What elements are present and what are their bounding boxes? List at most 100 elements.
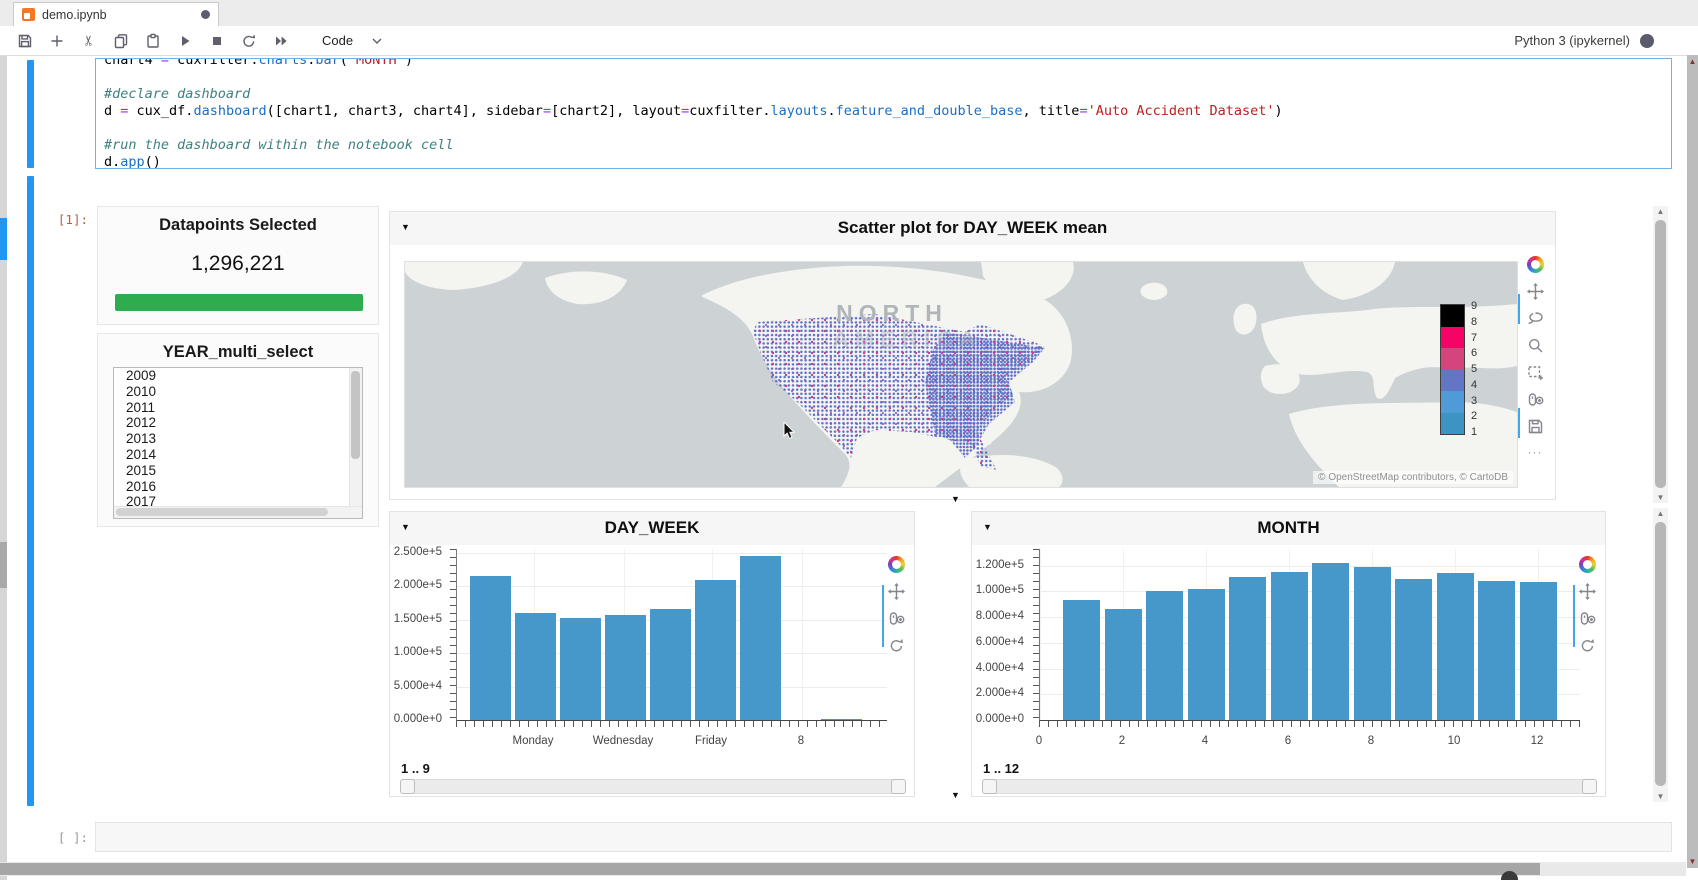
- cell-collapser-output[interactable]: [27, 176, 34, 806]
- window-horizontal-scrollbar[interactable]: [0, 862, 1686, 876]
- scatter-title: Scatter plot for DAY_WEEK mean: [390, 218, 1555, 238]
- year-multiselect[interactable]: 200920102011201220132014201520162017: [113, 367, 363, 519]
- scroll-thumb[interactable]: [1655, 522, 1666, 786]
- scroll-thumb[interactable]: [351, 371, 360, 459]
- output-scrollbar-bottom[interactable]: ▲ ▼: [1653, 508, 1668, 802]
- scroll-thumb[interactable]: [0, 542, 7, 588]
- panel-resize-icon[interactable]: ▼: [951, 790, 960, 800]
- save-plot-tool-icon[interactable]: [1527, 418, 1544, 435]
- year-option[interactable]: 2009: [114, 368, 362, 384]
- code-line: #run the dashboard within the notebook c…: [104, 137, 1671, 154]
- scroll-thumb[interactable]: [0, 863, 1540, 875]
- year-option[interactable]: 2011: [114, 400, 362, 416]
- map-canvas[interactable]: NORTH AMERICA 987654321 © OpenStreetMap …: [404, 261, 1518, 488]
- bokeh-logo-icon[interactable]: [1527, 256, 1544, 273]
- bar[interactable]: [650, 609, 691, 720]
- map-attribution[interactable]: © OpenStreetMap contributors, © CartoDB: [1313, 471, 1513, 484]
- reset-tool-icon[interactable]: [1579, 637, 1596, 654]
- panel-resize-icon[interactable]: ▼: [951, 494, 960, 504]
- kernel-name[interactable]: Python 3 (ipykernel): [1514, 33, 1630, 48]
- slider-handle-right[interactable]: [891, 779, 906, 794]
- axis-tick-label: 1.000e+5: [394, 646, 442, 658]
- cell-type-select[interactable]: Code: [314, 31, 391, 50]
- bar[interactable]: [1271, 572, 1308, 720]
- zoom-tool-icon[interactable]: [1527, 337, 1544, 354]
- left-scroll-strip[interactable]: [0, 56, 7, 880]
- bar[interactable]: [1063, 600, 1100, 720]
- bar[interactable]: [1229, 577, 1266, 720]
- year-option[interactable]: 2014: [114, 447, 362, 463]
- scroll-down-icon[interactable]: ▼: [1653, 792, 1668, 801]
- bar[interactable]: [1395, 579, 1432, 720]
- restart-kernel-button[interactable]: [236, 29, 262, 53]
- bar[interactable]: [821, 719, 862, 721]
- bar[interactable]: [560, 618, 601, 720]
- stop-kernel-button[interactable]: [204, 29, 230, 53]
- axis-tick-label: 2: [1119, 735, 1125, 747]
- bar[interactable]: [740, 556, 781, 720]
- cut-cells-button[interactable]: ✂: [76, 29, 102, 53]
- box-select-tool-icon[interactable]: [1527, 364, 1544, 381]
- slider-handle-left[interactable]: [400, 779, 415, 794]
- year-option[interactable]: 2016: [114, 479, 362, 495]
- paste-cells-button[interactable]: [140, 29, 166, 53]
- pan-tool-icon[interactable]: [1527, 283, 1544, 300]
- reset-tool-icon[interactable]: [888, 637, 905, 654]
- year-option[interactable]: 2012: [114, 415, 362, 431]
- year-option[interactable]: 2010: [114, 384, 362, 400]
- axis-tick-label: Wednesday: [593, 735, 654, 747]
- wheel-zoom-tool-icon[interactable]: [1579, 610, 1596, 627]
- output-scrollbar-top[interactable]: ▲ ▼: [1653, 206, 1668, 503]
- bar[interactable]: [1437, 573, 1474, 720]
- range-slider[interactable]: [982, 779, 1597, 794]
- tab-demo-ipynb[interactable]: demo.ipynb: [13, 2, 219, 26]
- bar[interactable]: [470, 576, 511, 720]
- bar[interactable]: [1520, 582, 1557, 720]
- scroll-up-icon[interactable]: ▲: [1653, 207, 1668, 216]
- bar[interactable]: [515, 613, 556, 720]
- year-option[interactable]: 2015: [114, 463, 362, 479]
- bar[interactable]: [695, 580, 736, 720]
- scroll-down-icon[interactable]: ▼: [1653, 493, 1668, 502]
- bokeh-logo-icon[interactable]: [1579, 556, 1596, 573]
- bokeh-logo-icon[interactable]: [888, 556, 905, 573]
- axis-tick-label: 1.200e+5: [976, 559, 1024, 571]
- scroll-up-icon[interactable]: ▲: [1653, 509, 1668, 518]
- axis-tick-label: 5.000e+4: [394, 680, 442, 692]
- bar[interactable]: [605, 615, 646, 720]
- range-slider[interactable]: [400, 779, 906, 794]
- lasso-select-tool-icon[interactable]: [1527, 310, 1544, 327]
- bar[interactable]: [1188, 589, 1225, 720]
- year-list-horizontal-scrollbar[interactable]: [114, 506, 363, 518]
- pan-tool-icon[interactable]: [888, 583, 905, 600]
- year-list-vertical-scrollbar[interactable]: [349, 368, 362, 508]
- scroll-thumb[interactable]: [116, 508, 328, 516]
- unsaved-changes-icon[interactable]: [201, 10, 210, 19]
- cell-collapser-code[interactable]: [27, 60, 34, 168]
- run-cell-button[interactable]: [172, 29, 198, 53]
- bar[interactable]: [1105, 609, 1142, 720]
- bar[interactable]: [1478, 581, 1515, 720]
- scroll-up-icon[interactable]: ▲: [1687, 57, 1698, 66]
- bar[interactable]: [1312, 563, 1349, 721]
- year-option[interactable]: 2013: [114, 431, 362, 447]
- slider-handle-right[interactable]: [1582, 779, 1597, 794]
- window-vertical-scrollbar[interactable]: ▲ ▼: [1687, 55, 1698, 868]
- wheel-zoom-tool-icon[interactable]: [888, 610, 905, 627]
- slider-handle-left[interactable]: [982, 779, 997, 794]
- copy-cells-button[interactable]: [108, 29, 134, 53]
- plot-area[interactable]: [456, 549, 887, 721]
- scroll-thumb[interactable]: [1655, 220, 1666, 488]
- code-cell-editor[interactable]: chart4 = cuxfilter.charts.bar('MONTH') #…: [95, 58, 1672, 169]
- more-options-button[interactable]: ···: [1528, 445, 1543, 459]
- scroll-down-icon[interactable]: ▼: [1687, 857, 1698, 866]
- restart-run-all-button[interactable]: [268, 29, 294, 53]
- pan-tool-icon[interactable]: [1579, 583, 1596, 600]
- bar[interactable]: [1146, 591, 1183, 720]
- save-button[interactable]: [12, 29, 38, 53]
- wheel-zoom-tool-icon[interactable]: [1527, 391, 1544, 408]
- empty-cell-editor[interactable]: [95, 822, 1672, 852]
- bar[interactable]: [1354, 567, 1391, 720]
- plot-area[interactable]: [1039, 549, 1580, 721]
- insert-cell-button[interactable]: [44, 29, 70, 53]
